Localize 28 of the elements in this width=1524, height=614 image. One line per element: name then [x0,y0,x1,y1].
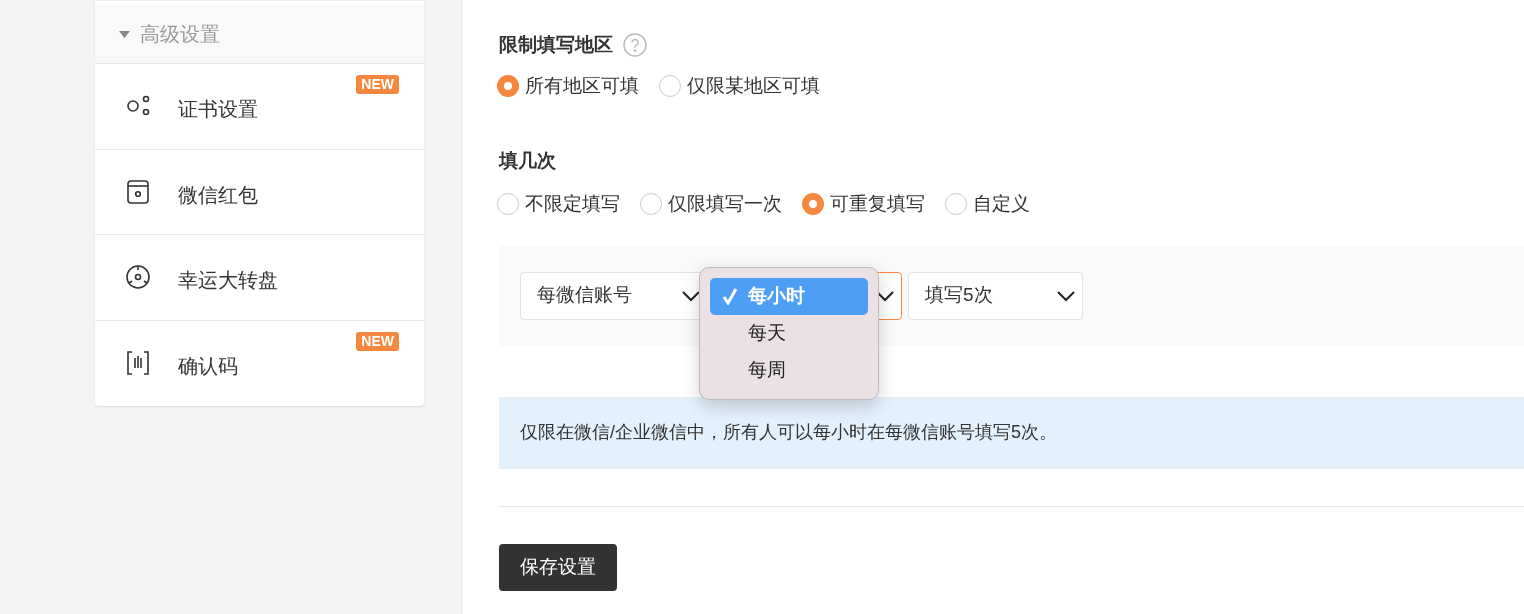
chevron-down-icon [681,289,701,302]
radio-option[interactable]: 所有地区可填 [497,72,639,101]
select-field[interactable]: 填写5次 [908,271,1083,320]
sidebar-item[interactable]: 确认码 NEW [95,320,424,406]
save-button[interactable]: 保存设置 [499,543,617,591]
chevron-down-icon [1056,289,1076,302]
sidebar-item[interactable]: 微信红包 [95,149,424,235]
radio-option[interactable]: 仅限某地区可填 [659,72,820,101]
menu-item[interactable]: 每天 [710,314,868,352]
code-scan-icon [125,350,151,377]
radio-option[interactable]: 可重复填写 [802,190,925,219]
envelope-icon [125,178,151,205]
help-icon[interactable] [623,33,647,57]
radio-option[interactable]: 不限定填写 [497,190,620,219]
radio-option[interactable]: 仅限填写一次 [640,190,782,219]
section-title: 高级设置 [140,22,220,47]
radio-option[interactable]: 自定义 [945,190,1030,219]
sidebar-item[interactable]: 幸运大转盘 [95,235,424,321]
new-badge: NEW [356,75,399,94]
caret-icon [119,30,130,38]
wheel-icon [125,264,151,291]
menu-item[interactable]: 每周 [710,351,868,389]
sidebar-item[interactable]: 证书设置 NEW [95,64,424,150]
check-icon [722,287,738,305]
section-title: 限制填写地区 [499,32,613,57]
new-badge: NEW [356,331,399,351]
info-banner: 仅限在微信/企业微信中，所有人可以每小时在每微信账号填写5次。 [499,396,1524,469]
section-title: 填几次 [499,148,557,173]
